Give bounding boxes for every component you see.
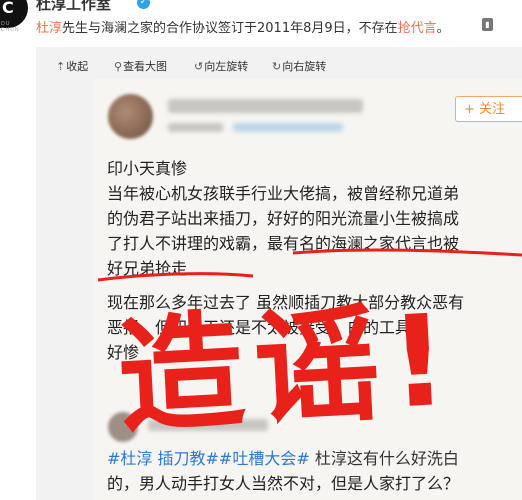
topic-link[interactable]: 抢代言 (398, 21, 437, 36)
rotate-left-icon: ↺ (194, 60, 204, 73)
stamp-text: 造谣! (114, 286, 462, 451)
view-large-label: 查看大图 (123, 60, 168, 73)
rotate-right-button[interactable]: ↻向右旋转 (272, 58, 326, 74)
collapse-icon: ⇡ (56, 60, 66, 73)
post-text: 杜淳先生与海澜之家的合作协议签订于2011年8月9日，不存在抢代言。 (36, 17, 450, 36)
collapse-button[interactable]: ⇡收起 (56, 58, 88, 74)
avatar-logo: C (2, 0, 14, 17)
image-viewer: ⇡收起 ⚲查看大图 ↺向左旋转 ↻向右旋转 + 关注 印小天真惨 当年被心机女孩… (36, 47, 522, 500)
author-name[interactable]: 杜淳工作室 (36, 0, 111, 14)
post-end: 。 (436, 21, 450, 36)
avatar-subtext: DU CHUN (1, 21, 20, 33)
collapse-label: 收起 (66, 60, 89, 73)
post-body: 先生与海澜之家的合作协议签订于2011年8月9日，不存在 (62, 21, 398, 36)
rotate-right-icon: ↻ (272, 60, 282, 73)
search-icon: ⚲ (114, 60, 123, 73)
rotate-right-label: 向右旋转 (282, 60, 327, 73)
view-large-button[interactable]: ⚲查看大图 (114, 58, 167, 74)
mention-link[interactable]: 杜淳 (36, 21, 62, 36)
rotate-left-button[interactable]: ↺向左旋转 (194, 58, 248, 74)
rotate-left-label: 向左旋转 (204, 60, 249, 73)
video-icon[interactable]: ▮ (482, 18, 493, 31)
avatar[interactable]: C DU CHUN (0, 0, 28, 33)
verified-icon: ✓ (137, 0, 150, 9)
post-image[interactable]: + 关注 印小天真惨 当年被心机女孩联手行业大佬搞，被曾经称兄道弟 的伪君子站出… (93, 79, 522, 500)
image-toolbar: ⇡收起 ⚲查看大图 ↺向左旋转 ↻向右旋转 (36, 47, 522, 81)
